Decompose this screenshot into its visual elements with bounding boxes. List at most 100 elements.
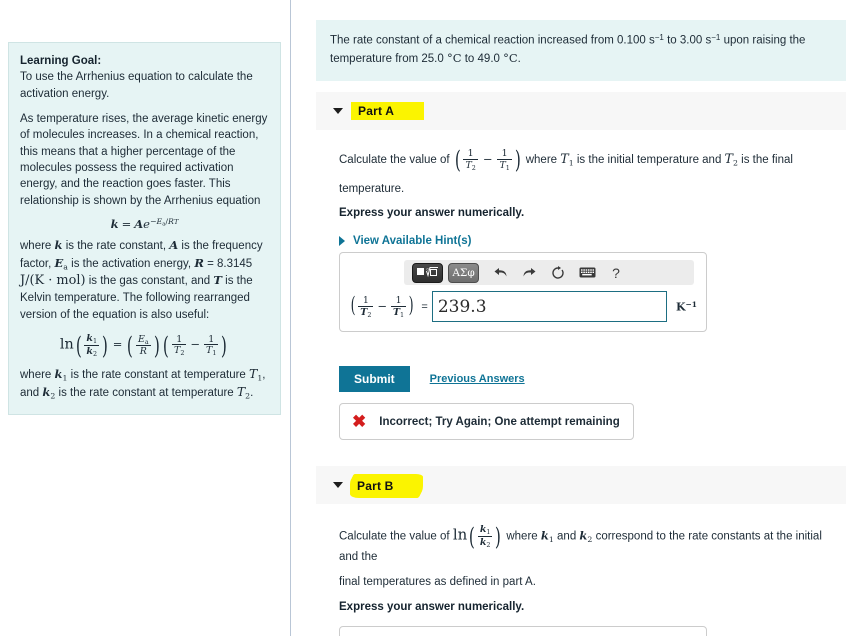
problem-text-d: to 49.0 bbox=[461, 52, 504, 65]
arrhenius-equation: k = Ae−Ea/RT bbox=[110, 216, 179, 231]
rearranged-equation: ln( k1 k2 ) =( Ea R )( 1 T2 − 1 T1 ) bbox=[59, 330, 228, 360]
pa-minus: − bbox=[482, 151, 493, 166]
part-b-question-line2: final temperatures as defined in part A. bbox=[339, 576, 536, 589]
problem-degc-2: °C bbox=[503, 50, 518, 65]
lg-p2-T: T bbox=[213, 273, 222, 288]
lg-gas-constant: = 8.3145 bbox=[207, 257, 253, 270]
eq2-ln: ln bbox=[59, 336, 74, 353]
problem-text-e: . bbox=[517, 52, 521, 65]
part-a-answer-expression: ( 1 T2 − 1 T1 ) bbox=[350, 293, 414, 319]
lg-p3-a: where bbox=[20, 368, 55, 381]
submit-button[interactable]: Submit bbox=[339, 366, 410, 392]
part-a-header[interactable]: Part A bbox=[316, 92, 846, 130]
previous-answers-link[interactable]: Previous Answers bbox=[430, 373, 525, 385]
lg-p2-E: E bbox=[54, 255, 64, 270]
pa-ans-T2-sub: 2 bbox=[367, 310, 372, 319]
problem-text-b: to 3.00 s bbox=[663, 34, 712, 47]
pa-T2-inline: T bbox=[724, 150, 733, 166]
pa-unit-k: K bbox=[675, 300, 686, 314]
pa-one-a: 1 bbox=[467, 148, 474, 159]
lg-p3-T2: T bbox=[236, 384, 246, 400]
part-a-submit-row: Submit Previous Answers bbox=[339, 366, 525, 392]
pa-q-a: Calculate the value of bbox=[339, 153, 450, 166]
eq2-minus: − bbox=[190, 337, 201, 352]
redo-icon[interactable] bbox=[516, 263, 542, 283]
part-a-hints-link[interactable]: View Available Hint(s) bbox=[339, 233, 844, 250]
learning-goal-paragraph-3: where k1 is the rate constant at tempera… bbox=[20, 365, 269, 402]
lg-p2-R: R bbox=[194, 255, 204, 270]
pb-q-a: Calculate the value of bbox=[339, 530, 450, 543]
pb-q-b: where bbox=[506, 530, 538, 543]
pa-q-d: is the final bbox=[741, 153, 793, 166]
lg-p2-d: is the activation energy, bbox=[67, 257, 195, 270]
pb-k1-sub: 1 bbox=[486, 528, 491, 537]
chevron-down-icon[interactable] bbox=[333, 108, 343, 114]
greek-symbols-icon[interactable]: ΑΣφ bbox=[448, 262, 479, 283]
part-a-hints-label: View Available Hint(s) bbox=[353, 235, 472, 248]
eq2-inv-t1: 1 T1 bbox=[204, 334, 219, 358]
pa-one-b: 1 bbox=[501, 148, 508, 159]
part-a-question-line1: Calculate the value of ( 1 T2 − 1 T1 ) w… bbox=[339, 145, 844, 175]
reset-icon[interactable] bbox=[545, 263, 571, 283]
part-a-answer-unit: K−1 bbox=[676, 300, 697, 313]
part-a-label: Part A bbox=[351, 102, 425, 120]
main-content: The rate constant of a chemical reaction… bbox=[291, 0, 855, 636]
pa-ans-inv-t2: 1 T2 bbox=[358, 294, 374, 319]
pb-k-ratio: k1 k2 bbox=[477, 524, 493, 549]
lg-p2-A: A bbox=[169, 238, 179, 253]
pa-q-b: where bbox=[525, 153, 558, 166]
part-b-header[interactable]: Part B bbox=[316, 466, 846, 504]
pa-T2-inline-sub: 2 bbox=[732, 158, 738, 168]
eq2-T1-sub: 1 bbox=[212, 349, 217, 358]
pa-inv-t1: 1 T1 bbox=[497, 148, 512, 172]
pa-lparen: ( bbox=[454, 145, 461, 175]
eq2-k2-sub: 2 bbox=[92, 349, 98, 358]
math-toolbar: 0 ΑΣφ ? bbox=[404, 260, 694, 285]
lg-p3-k1: k bbox=[54, 366, 63, 381]
eq2-E: E bbox=[137, 333, 145, 345]
learning-goal-paragraph-2: where k is the rate constant, A is the f… bbox=[20, 237, 269, 323]
pa-inv-t2: 1 T2 bbox=[463, 148, 478, 172]
part-a-answer-row: ( 1 T2 − 1 T1 ) = K−1 bbox=[349, 291, 697, 322]
part-a-answer-box: 0 ΑΣφ ? (1 T2 − 1 T1) = 239.3 K−1 bbox=[339, 252, 707, 332]
pa-ans-inv-t1: 1 T1 bbox=[391, 294, 407, 319]
part-a-feedback-text: Incorrect; Try Again; One attempt remain… bbox=[379, 415, 620, 428]
lg-p3-d: is the rate constant at temperature bbox=[55, 387, 237, 400]
eq2-E-sub: a bbox=[144, 337, 149, 346]
pa-unit-exp: −1 bbox=[685, 299, 697, 309]
part-b-question: Calculate the value of ln( k1 k2 ) where… bbox=[339, 523, 844, 636]
pb-q-c: and bbox=[557, 530, 577, 543]
pa-rparen: ) bbox=[514, 145, 521, 175]
pa-ans-one-a: 1 bbox=[362, 294, 369, 306]
pa-ans-one-b: 1 bbox=[395, 294, 402, 306]
part-b-answer-box bbox=[339, 626, 707, 636]
part-b-express: Express your answer numerically. bbox=[339, 600, 525, 613]
pa-ans-minus: − bbox=[377, 298, 388, 313]
pb-k1-inline-sub: 1 bbox=[548, 534, 554, 544]
pa-ans-T1-sub: 1 bbox=[400, 310, 405, 319]
eq1-e: e bbox=[143, 216, 150, 231]
part-a-answer-input[interactable] bbox=[431, 291, 667, 322]
eq1-k: k bbox=[110, 216, 119, 231]
pa-T1-inline-sub: 1 bbox=[568, 158, 574, 168]
equals-sign: = bbox=[421, 300, 428, 313]
lg-p3-b: is the rate constant at temperature bbox=[67, 368, 250, 381]
pa-T1-inline: T bbox=[560, 150, 569, 166]
left-sidebar: Learning Goal: To use the Arrhenius equa… bbox=[0, 0, 290, 636]
template-icon[interactable]: 0 bbox=[412, 262, 443, 283]
eq1-T: T bbox=[173, 218, 179, 227]
learning-goal-paragraph-1: As temperature rises, the average kineti… bbox=[20, 112, 268, 207]
help-icon[interactable]: ? bbox=[603, 263, 629, 283]
pa-T2-sub: 2 bbox=[471, 163, 476, 172]
learning-goal-title: Learning Goal: bbox=[20, 55, 102, 67]
eq2-ea-r: Ea R bbox=[135, 333, 151, 358]
page-root: Learning Goal: To use the Arrhenius equa… bbox=[0, 0, 855, 636]
undo-icon[interactable] bbox=[487, 263, 513, 283]
learning-goal-text: To use the Arrhenius equation to calcula… bbox=[20, 71, 253, 100]
lg-p2-k: k bbox=[54, 238, 63, 253]
chevron-down-icon[interactable] bbox=[333, 482, 343, 488]
keyboard-icon[interactable] bbox=[574, 263, 600, 283]
part-b-question-line1: Calculate the value of ln( k1 k2 ) where… bbox=[339, 523, 844, 565]
part-a-feedback: ✖ Incorrect; Try Again; One attempt rema… bbox=[339, 403, 634, 440]
eq2-k-ratio: k1 k2 bbox=[84, 333, 100, 358]
